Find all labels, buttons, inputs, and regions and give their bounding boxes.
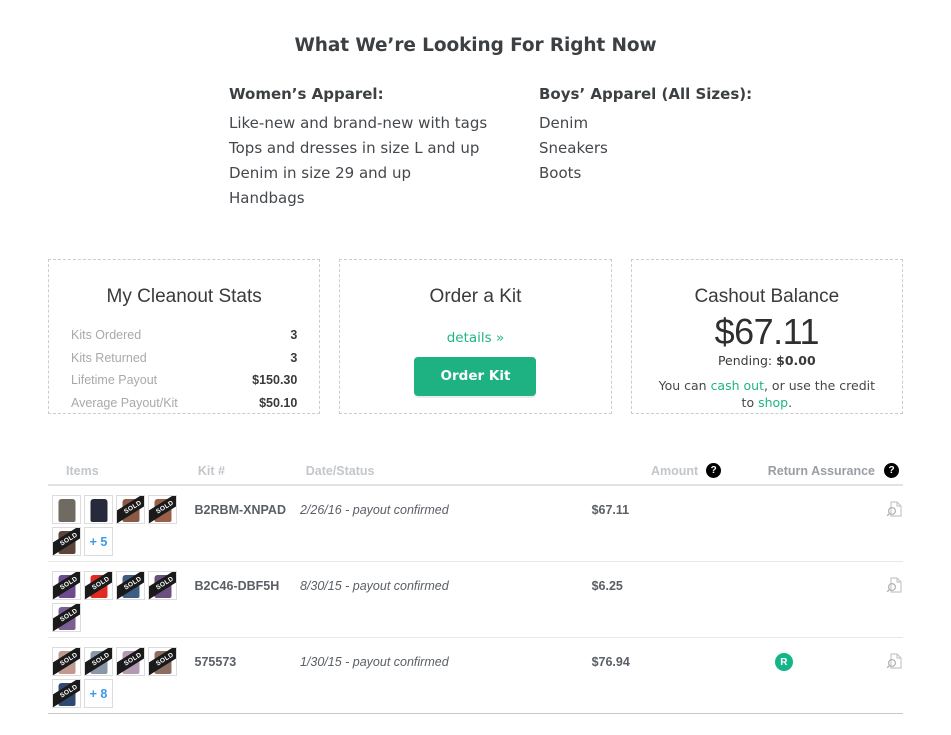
column-heading: Boys’ Apparel (All Sizes): [539, 85, 753, 104]
looking-for-columns: Women’s Apparel: Like-new and brand-new … [0, 85, 951, 211]
kit-amount: $67.11 [591, 503, 630, 518]
order-kit-button[interactable]: Order Kit [414, 357, 537, 397]
item-thumbnail-sold[interactable]: SOLD [84, 571, 113, 601]
column-header-kit-number: Kit # [197, 464, 225, 479]
card-cashout-balance: Cashout Balance $67.11 Pending: $0.00 Yo… [630, 259, 903, 415]
kit-details-link[interactable]: details » [340, 330, 610, 346]
view-details-icon[interactable] [885, 576, 903, 599]
looking-for-item: Like-new and brand-new with tags [229, 114, 488, 133]
item-thumbnails: SOLD SOLD SOLD SOLD SOLD + 8 [48, 647, 195, 709]
looking-for-item: Denim in size 29 and up [229, 164, 411, 183]
stats-value: $50.10 [259, 395, 298, 410]
kit-number: B2C46-DBF5H [194, 579, 280, 594]
looking-for-item: Denim [539, 114, 589, 133]
card-title: Cashout Balance [694, 286, 840, 308]
column-header-amount-group: Amount ? [573, 463, 722, 479]
kit-return-assurance: R [707, 647, 885, 672]
kit-view-cell [885, 495, 903, 523]
column-header-date-status: Date/Status [305, 464, 375, 479]
note-suffix: . [788, 395, 793, 411]
kit-amount: $76.94 [591, 655, 630, 670]
item-thumbnail-sold[interactable]: SOLD [52, 679, 81, 709]
note-prefix: You can [658, 378, 711, 394]
kit-number: B2RBM-XNPAD [194, 503, 286, 518]
cashout-balance-amount: $67.11 [714, 311, 820, 353]
help-icon[interactable]: ? [884, 463, 899, 479]
kit-view-cell [885, 647, 903, 675]
item-thumbnail-sold[interactable]: SOLD [116, 647, 145, 677]
stats-row: Lifetime Payout $150.30 [71, 369, 297, 392]
dashboard-cards: My Cleanout Stats Kits Ordered 3 Kits Re… [0, 259, 951, 415]
looking-for-section: What We’re Looking For Right Now Women’s… [0, 0, 951, 211]
item-thumbnail-sold[interactable]: SOLD [84, 647, 113, 677]
column-heading: Women’s Apparel: [229, 85, 384, 104]
card-title: Order a Kit [429, 286, 522, 308]
page-title: What We’re Looking For Right Now [294, 35, 657, 57]
stats-label: Average Payout/Kit [71, 395, 178, 410]
item-thumbnail-sold[interactable]: SOLD [52, 647, 81, 677]
column-header-amount: Amount [651, 463, 699, 478]
item-thumbnail-sold[interactable]: SOLD [116, 571, 145, 601]
looking-for-item: Sneakers [539, 139, 608, 158]
column-header-return-assurance-group: Return Assurance ? [721, 463, 903, 479]
view-details-icon[interactable] [885, 652, 903, 675]
item-thumbnail-sold[interactable]: SOLD [148, 571, 177, 601]
item-thumbnail-sold[interactable]: SOLD [52, 603, 81, 633]
kit-date-status: 2/26/16 - payout confirmed [299, 503, 449, 518]
looking-for-column-boys: Boys’ Apparel (All Sizes): Denim Sneaker… [539, 85, 839, 211]
card-title: My Cleanout Stats [106, 286, 262, 308]
kit-date-status: 1/30/15 - payout confirmed [299, 655, 449, 670]
help-icon[interactable]: ? [706, 463, 722, 479]
cashout-note: You can cash out, or use the credit to s… [658, 377, 876, 411]
item-thumbnail-sold[interactable]: SOLD [52, 571, 81, 601]
table-header-row: Items Kit # Date/Status Amount ? Return … [48, 458, 903, 487]
looking-for-item: Tops and dresses in size L and up [229, 139, 480, 158]
kit-history-table: Items Kit # Date/Status Amount ? Return … [48, 458, 903, 715]
kit-amount: $6.25 [591, 579, 623, 594]
table-row: SOLD SOLD SOLD + 5 B2RBM-XNPAD 2/26/16 -… [48, 486, 903, 563]
kit-view-cell [885, 571, 903, 599]
stats-value: $150.30 [252, 373, 298, 388]
stats-row: Kits Ordered 3 [71, 324, 297, 347]
table-row: SOLD SOLD SOLD SOLD SOLD + 8 575573 1/30… [48, 638, 903, 715]
more-items-link[interactable]: + 5 [84, 527, 113, 557]
stats-value: 3 [290, 328, 298, 343]
stats-label: Kits Returned [71, 350, 147, 365]
table-row: SOLD SOLD SOLD SOLD SOLD B2C46-DBF5H 8/3… [48, 562, 903, 639]
column-header-return-assurance: Return Assurance [767, 463, 875, 478]
card-cleanout-stats: My Cleanout Stats Kits Ordered 3 Kits Re… [48, 259, 321, 415]
kit-number: 575573 [194, 655, 237, 670]
pending-amount: Pending: $0.00 [632, 353, 902, 368]
item-thumbnails: SOLD SOLD SOLD SOLD SOLD [48, 571, 195, 633]
item-thumbnail-sold[interactable]: SOLD [148, 647, 177, 677]
item-thumbnail-sold[interactable]: SOLD [116, 495, 145, 525]
kit-return-assurance [707, 571, 885, 577]
item-thumbnail[interactable] [52, 495, 81, 525]
stats-row: Average Payout/Kit $50.10 [71, 392, 297, 415]
looking-for-column-womens: Women’s Apparel: Like-new and brand-new … [229, 85, 539, 211]
kit-date-status: 8/30/15 - payout confirmed [299, 579, 449, 594]
kit-return-assurance [707, 495, 885, 501]
item-thumbnails: SOLD SOLD SOLD + 5 [48, 495, 195, 557]
stats-value: 3 [290, 350, 298, 365]
shop-link[interactable]: shop [758, 395, 788, 410]
card-order-a-kit: Order a Kit details » Order Kit [339, 259, 612, 415]
stats-list: Kits Ordered 3 Kits Returned 3 Lifetime … [71, 324, 297, 414]
return-assurance-badge[interactable]: R [774, 653, 793, 672]
pending-label: Pending: [717, 353, 773, 369]
column-header-items: Items [66, 464, 99, 479]
stats-label: Lifetime Payout [71, 373, 158, 388]
stats-label: Kits Ordered [71, 328, 142, 343]
item-thumbnail[interactable] [84, 495, 113, 525]
item-thumbnail-sold[interactable]: SOLD [52, 527, 81, 557]
more-items-link[interactable]: + 8 [84, 679, 113, 709]
looking-for-item: Handbags [229, 189, 305, 208]
pending-value: $0.00 [776, 353, 816, 369]
view-details-icon[interactable] [885, 500, 903, 523]
stats-row: Kits Returned 3 [71, 347, 297, 370]
cash-out-link[interactable]: cash out [711, 378, 764, 393]
looking-for-item: Boots [539, 164, 582, 183]
item-thumbnail-sold[interactable]: SOLD [148, 495, 177, 525]
